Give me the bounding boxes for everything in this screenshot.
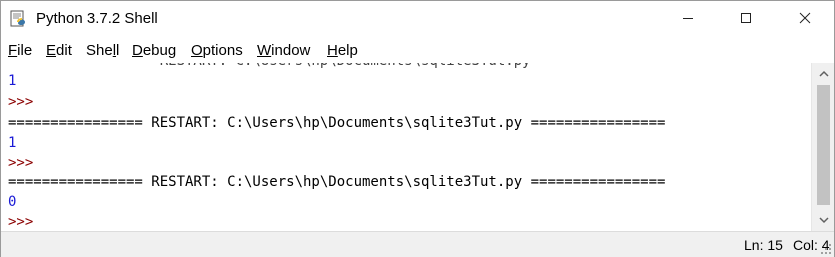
- window-title: Python 3.7.2 Shell: [36, 10, 158, 27]
- shell-prompt: >>>: [8, 94, 34, 110]
- vertical-scrollbar[interactable]: [811, 63, 834, 231]
- scroll-up-button[interactable]: [812, 65, 835, 83]
- idle-shell-window: Python 3.7.2 Shell File Edit Shell Debug…: [0, 0, 835, 257]
- menu-options[interactable]: Options: [191, 42, 243, 59]
- shell-restart-line: ================= RESTART: C:\Users\hp\D…: [8, 63, 674, 71]
- shell-output-line: 1: [8, 135, 17, 151]
- menu-debug[interactable]: Debug: [132, 42, 176, 59]
- menu-file[interactable]: File: [8, 42, 32, 59]
- minimize-button[interactable]: [659, 1, 717, 39]
- menu-shell[interactable]: Shell: [86, 42, 119, 59]
- shell-output-line: 1: [8, 73, 17, 89]
- resize-grip-icon[interactable]: [820, 243, 832, 255]
- minimize-icon: [682, 12, 694, 28]
- shell-restart-line: ================ RESTART: C:\Users\hp\Do…: [8, 115, 666, 131]
- scroll-down-button[interactable]: [812, 211, 835, 229]
- menu-window[interactable]: Window: [257, 42, 310, 59]
- chevron-down-icon: [818, 212, 829, 228]
- python-idle-icon: [10, 10, 28, 28]
- shell-restart-line: ================ RESTART: C:\Users\hp\Do…: [8, 174, 666, 190]
- maximize-icon: [740, 12, 752, 28]
- menu-help[interactable]: Help: [327, 42, 358, 59]
- status-line-number: Ln: 15: [744, 237, 783, 253]
- menu-edit[interactable]: Edit: [46, 42, 72, 59]
- scrollbar-thumb[interactable]: [817, 85, 830, 205]
- shell-text-area[interactable]: ================= RESTART: C:\Users\hp\D…: [2, 63, 811, 231]
- title-bar[interactable]: Python 3.7.2 Shell: [1, 1, 834, 39]
- status-bar: Ln: 15 Col: 4: [1, 231, 834, 257]
- close-button[interactable]: [776, 1, 834, 39]
- shell-output-line: 0: [8, 194, 17, 210]
- chevron-up-icon: [818, 66, 829, 82]
- shell-prompt: >>>: [8, 214, 34, 230]
- shell-prompt: >>>: [8, 155, 34, 171]
- maximize-button[interactable]: [717, 1, 775, 39]
- close-icon: [799, 12, 811, 28]
- menu-bar: File Edit Shell Debug Options Window Hel…: [1, 39, 834, 63]
